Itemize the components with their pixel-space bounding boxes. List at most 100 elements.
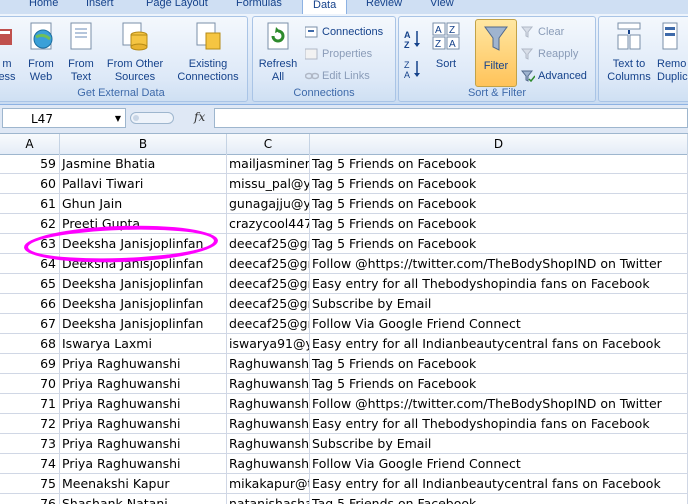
cell-c[interactable]: Raghuwanshi [227,374,310,394]
cell-b[interactable]: Priya Raghuwanshi [60,454,227,474]
cell-d[interactable]: Tag 5 Friends on Facebook [310,154,688,174]
cell-b[interactable]: Priya Raghuwanshi [60,374,227,394]
cell-a[interactable]: 59 [0,154,60,174]
cell-a[interactable]: 65 [0,274,60,294]
cell-b[interactable]: Iswarya Laxmi [60,334,227,354]
cell-b[interactable]: Priya Raghuwanshi [60,394,227,414]
clear-filter-button[interactable]: Clear [521,23,564,41]
from-other-sources-button[interactable]: From Other Sources [103,21,167,84]
cell-d[interactable]: Tag 5 Friends on Facebook [310,174,688,194]
cell-b[interactable]: Deeksha Janisjoplinfan [60,294,227,314]
filter-button[interactable]: Filter [477,23,515,73]
column-header-b[interactable]: B [60,134,227,154]
tab-formulas[interactable]: Formulas [236,0,282,13]
formula-input[interactable] [214,108,688,128]
cell-d[interactable]: Subscribe by Email [310,294,688,314]
tab-insert[interactable]: Insert [86,0,114,13]
tab-home[interactable]: Home [29,0,58,13]
cell-c[interactable]: deecaf25@gr [227,274,310,294]
tab-view[interactable]: View [430,0,454,13]
from-access-button[interactable]: m ess [0,21,17,84]
cell-a[interactable]: 62 [0,214,60,234]
cell-a[interactable]: 71 [0,394,60,414]
cell-b[interactable]: Deeksha Janisjoplinfan [60,274,227,294]
cell-d[interactable]: Follow Via Google Friend Connect [310,314,688,334]
column-header-c[interactable]: C [227,134,310,154]
cell-b[interactable]: Priya Raghuwanshi [60,434,227,454]
cell-b[interactable]: Shashank Natani [60,494,227,504]
cell-c[interactable]: Raghuwanshi [227,434,310,454]
cell-b[interactable]: Priya Raghuwanshi [60,414,227,434]
cell-c[interactable]: missu_pal@y [227,174,310,194]
cell-b[interactable]: Ghun Jain [60,194,227,214]
cell-c[interactable]: deecaf25@gr [227,314,310,334]
cell-a[interactable]: 69 [0,354,60,374]
sort-z-a-button[interactable]: ZA [403,59,424,79]
cell-d[interactable]: Easy entry for all Thebodyshopindia fans… [310,274,688,294]
cell-b[interactable]: Meenakshi Kapur [60,474,227,494]
cell-a[interactable]: 61 [0,194,60,214]
chevron-down-icon[interactable]: ▼ [115,109,121,129]
cell-c[interactable]: deecaf25@gr [227,234,310,254]
cell-c[interactable]: mikakapur@t [227,474,310,494]
existing-connections-button[interactable]: Existing Connections [175,21,241,84]
cell-c[interactable]: mailjasminer [227,154,310,174]
advanced-filter-button[interactable]: Advanced [521,67,587,85]
cell-c[interactable]: Raghuwanshi [227,454,310,474]
formula-splitter-icon[interactable] [130,112,174,124]
edit-links-button[interactable]: Edit Links [305,67,370,85]
cell-d[interactable]: Tag 5 Friends on Facebook [310,194,688,214]
cell-d[interactable]: Subscribe by Email [310,434,688,454]
cell-c[interactable]: natanishashank [227,494,310,504]
cell-d[interactable]: Tag 5 Friends on Facebook [310,374,688,394]
cell-d[interactable]: Tag 5 Friends on Facebook [310,234,688,254]
cell-c[interactable]: gunagajju@y [227,194,310,214]
cell-b[interactable]: Deeksha Janisjoplinfan [60,314,227,334]
cell-c[interactable]: crazycool447 [227,214,310,234]
insert-function-icon[interactable]: fx [194,110,205,124]
cell-c[interactable]: iswarya91@y [227,334,310,354]
cell-b[interactable]: Priya Raghuwanshi [60,354,227,374]
text-to-columns-button[interactable]: Text to Columns [603,21,655,84]
reapply-button[interactable]: Reapply [521,45,578,63]
cell-a[interactable]: 68 [0,334,60,354]
cell-c[interactable]: Raghuwanshi [227,414,310,434]
tab-data[interactable]: Data [302,0,348,15]
cell-c[interactable]: deecaf25@gr [227,294,310,314]
cell-a[interactable]: 70 [0,374,60,394]
cell-b[interactable]: Pallavi Tiwari [60,174,227,194]
cell-a[interactable]: 72 [0,414,60,434]
from-text-button[interactable]: From Text [63,21,99,84]
cell-a[interactable]: 60 [0,174,60,194]
properties-button[interactable]: Properties [305,45,372,63]
cell-a[interactable]: 74 [0,454,60,474]
sort-a-z-button[interactable]: AZ [403,29,424,49]
tab-review[interactable]: Review [366,0,402,13]
cell-d[interactable]: Tag 5 Friends on Facebook [310,494,688,504]
cell-b[interactable]: Jasmine Bhatia [60,154,227,174]
cell-d[interactable]: Follow @https://twitter.com/TheBodyShopI… [310,394,688,414]
cell-a[interactable]: 66 [0,294,60,314]
from-web-button[interactable]: From Web [23,21,59,84]
cell-a[interactable]: 67 [0,314,60,334]
cell-a[interactable]: 73 [0,434,60,454]
cell-c[interactable]: Raghuwanshi [227,354,310,374]
cell-d[interactable]: Easy entry for all Indianbeautycentral f… [310,334,688,354]
sort-button[interactable]: AZZA Sort [429,21,463,71]
cell-d[interactable]: Tag 5 Friends on Facebook [310,354,688,374]
cell-a[interactable]: 75 [0,474,60,494]
cell-d[interactable]: Easy entry for all Indianbeautycentral f… [310,474,688,494]
remove-duplicates-button[interactable]: Remo Duplic [657,21,688,84]
cell-d[interactable]: Follow Via Google Friend Connect [310,454,688,474]
tab-page-layout[interactable]: Page Layout [146,0,208,13]
cell-d[interactable]: Tag 5 Friends on Facebook [310,214,688,234]
cell-a[interactable]: 76 [0,494,60,504]
name-box[interactable]: L47 ▼ [2,108,126,128]
cell-d[interactable]: Follow @https://twitter.com/TheBodyShopI… [310,254,688,274]
cell-c[interactable]: deecaf25@gr [227,254,310,274]
refresh-all-button[interactable]: Refresh All [255,21,301,84]
cell-d[interactable]: Easy entry for all Thebodyshopindia fans… [310,414,688,434]
column-header-d[interactable]: D [310,134,688,154]
connections-button[interactable]: Connections [305,23,383,41]
cell-c[interactable]: Raghuwanshi [227,394,310,414]
